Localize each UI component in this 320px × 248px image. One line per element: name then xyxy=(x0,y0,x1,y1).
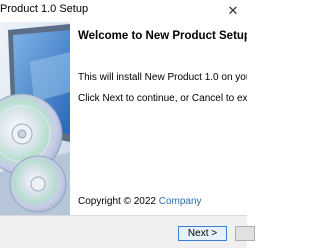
company-link[interactable]: Company xyxy=(159,196,202,207)
copyright-text: Copyright © 2022 xyxy=(78,196,156,207)
copyright-notice: Copyright © 2022 Company xyxy=(78,196,202,207)
cancel-button[interactable] xyxy=(235,226,255,241)
button-bar: Next > xyxy=(0,215,255,248)
next-button-label: Next > xyxy=(187,228,218,239)
wizard-banner xyxy=(0,22,70,215)
next-button[interactable]: Next > xyxy=(178,226,227,241)
title-bar[interactable]: Product 1.0 Setup ✕ xyxy=(0,0,247,23)
setup-window: Product 1.0 Setup ✕ Welcome to New Produ… xyxy=(0,0,255,248)
page-title: Welcome to New Product Setup xyxy=(78,30,247,42)
install-description: This will install New Product 1.0 on you… xyxy=(78,72,247,83)
close-icon[interactable]: ✕ xyxy=(224,3,242,19)
welcome-panel: Welcome to New Product Setup This will i… xyxy=(70,22,247,215)
continue-instruction: Click Next to continue, or Cancel to exi… xyxy=(78,93,247,104)
window-title: Product 1.0 Setup xyxy=(0,3,89,15)
cd-disc-monitor-icon xyxy=(0,22,70,215)
